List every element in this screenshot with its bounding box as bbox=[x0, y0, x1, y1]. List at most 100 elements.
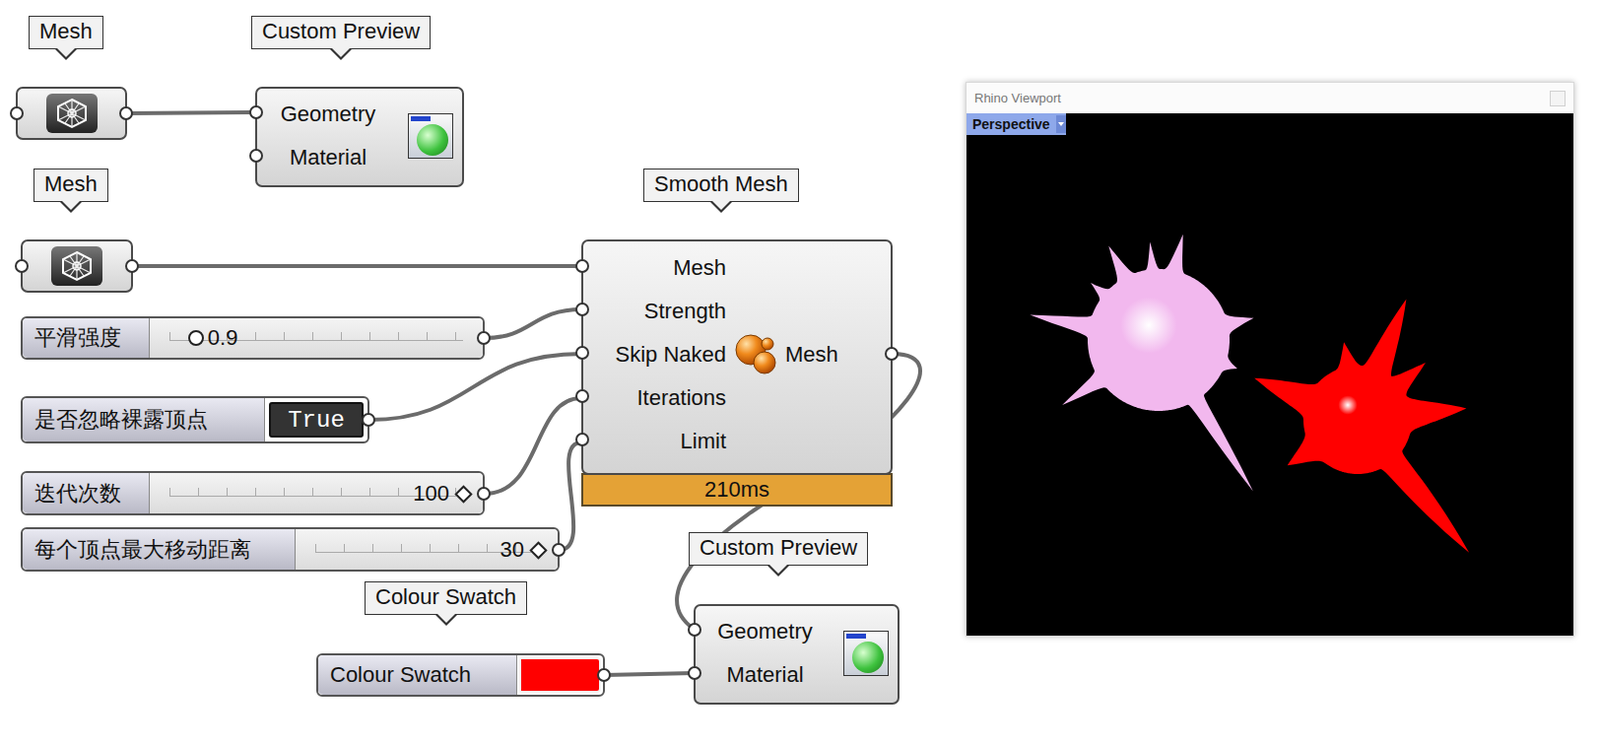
mesh-param[interactable] bbox=[15, 86, 128, 140]
component-body[interactable]: MeshStrengthSkip NakedIterationsLimitMes… bbox=[581, 239, 893, 475]
input-port[interactable] bbox=[575, 389, 590, 403]
toggle[interactable]: 是否忽略裸露顶点True bbox=[20, 396, 370, 444]
input-label: Geometry bbox=[280, 92, 377, 136]
node-tag: Smooth Mesh bbox=[643, 168, 800, 202]
colour-fill[interactable] bbox=[519, 657, 601, 693]
input-port[interactable] bbox=[249, 148, 264, 163]
output-port[interactable] bbox=[551, 542, 566, 557]
input-label: Limit bbox=[680, 419, 727, 464]
node-tag: Mesh bbox=[28, 15, 104, 50]
input-port[interactable] bbox=[575, 302, 590, 317]
wire bbox=[604, 672, 694, 675]
swatch-label: Colour Swatch bbox=[318, 655, 518, 695]
node-tag: Custom Preview bbox=[251, 15, 431, 50]
slider-node[interactable]: 迭代次数 100 bbox=[20, 470, 485, 516]
output-port[interactable] bbox=[597, 667, 611, 682]
wire bbox=[559, 442, 582, 550]
mesh-object bbox=[1029, 234, 1254, 492]
node-tag: Mesh bbox=[33, 168, 109, 202]
view-tab[interactable]: Perspective bbox=[966, 113, 1067, 135]
output-port[interactable] bbox=[476, 331, 491, 345]
close-icon[interactable] bbox=[1549, 90, 1566, 107]
input-label: Skip Naked bbox=[614, 333, 727, 377]
input-port[interactable] bbox=[575, 432, 590, 447]
mesh-object bbox=[1254, 299, 1469, 553]
input-port[interactable] bbox=[9, 106, 24, 121]
timing-bar: 210ms bbox=[581, 472, 893, 507]
input-label: Strength bbox=[644, 289, 727, 334]
toggle-node[interactable]: 是否忽略裸露顶点True bbox=[20, 396, 370, 444]
input-port[interactable] bbox=[575, 345, 590, 360]
slider-node[interactable]: 平滑强度 0.9 bbox=[20, 316, 485, 360]
wire bbox=[369, 353, 582, 420]
wire bbox=[484, 309, 582, 338]
output-port[interactable] bbox=[125, 259, 139, 273]
output-port[interactable] bbox=[361, 412, 376, 427]
dropdown-icon[interactable] bbox=[1056, 115, 1067, 134]
wire bbox=[133, 264, 582, 268]
viewport-title-bar: Rhino Viewport bbox=[966, 82, 1574, 114]
preview-body[interactable]: GeometryMaterial bbox=[255, 86, 465, 188]
preview-bar-icon bbox=[410, 116, 431, 122]
component-node[interactable]: MeshStrengthSkip NakedIterationsLimitMes… bbox=[581, 239, 893, 507]
input-list: GeometryMaterial bbox=[257, 92, 400, 180]
output-port[interactable] bbox=[476, 486, 491, 501]
mesh-icon bbox=[46, 93, 98, 134]
slider[interactable]: 每个顶点最大移动距离 30 bbox=[20, 527, 560, 572]
sphere-icon bbox=[852, 641, 884, 673]
input-port[interactable] bbox=[687, 666, 702, 680]
input-port[interactable] bbox=[687, 622, 702, 637]
swatch-node[interactable]: Colour Swatch bbox=[316, 653, 605, 697]
preview-icon-wrap bbox=[834, 609, 898, 697]
smooth-icon bbox=[726, 246, 786, 464]
viewport-area[interactable]: Perspective bbox=[966, 113, 1574, 636]
output-label: Mesh bbox=[785, 333, 891, 377]
preview-icon bbox=[843, 630, 889, 676]
toggle-value[interactable]: True bbox=[268, 401, 364, 438]
view-name: Perspective bbox=[972, 116, 1051, 133]
preview-icon bbox=[407, 113, 454, 159]
slider-label: 每个顶点最大移动距离 bbox=[22, 529, 296, 570]
output-port[interactable] bbox=[119, 106, 134, 121]
input-port[interactable] bbox=[575, 259, 590, 273]
mesh-node[interactable] bbox=[15, 86, 128, 140]
slider-node[interactable]: 每个顶点最大移动距离 30 bbox=[20, 527, 560, 572]
node-tag: Custom Preview bbox=[688, 532, 868, 566]
slider-track[interactable]: 0.9 bbox=[149, 318, 483, 358]
slider[interactable]: 迭代次数 100 bbox=[20, 470, 485, 516]
slider-label: 迭代次数 bbox=[22, 472, 150, 514]
handle-shape[interactable] bbox=[188, 330, 204, 346]
output-list: Mesh bbox=[785, 246, 891, 464]
mesh-node[interactable] bbox=[20, 239, 134, 293]
sphere-icon bbox=[416, 124, 449, 156]
toggle-label: 是否忽略裸露顶点 bbox=[22, 398, 266, 442]
node-tag: Colour Swatch bbox=[364, 581, 528, 615]
viewport-title: Rhino Viewport bbox=[974, 90, 1062, 106]
slider-track[interactable]: 100 bbox=[149, 472, 483, 514]
slider-value: 30 bbox=[500, 536, 525, 563]
output-port[interactable] bbox=[884, 346, 899, 361]
preview-bar-icon bbox=[846, 633, 867, 639]
slider-value: 0.9 bbox=[207, 325, 239, 351]
input-list: MeshStrengthSkip NakedIterationsLimit bbox=[583, 246, 727, 464]
arrow-icon bbox=[1058, 122, 1065, 127]
input-label: Geometry bbox=[717, 609, 813, 654]
slider-value: 100 bbox=[412, 480, 450, 507]
slider-label: 平滑强度 bbox=[22, 318, 150, 358]
input-label: Material bbox=[289, 135, 367, 180]
preview-node[interactable]: GeometryMaterial bbox=[693, 603, 900, 705]
preview-node[interactable]: GeometryMaterial bbox=[255, 86, 465, 188]
preview-icon-wrap bbox=[399, 92, 463, 180]
wire bbox=[484, 398, 582, 494]
mesh-param[interactable] bbox=[20, 239, 134, 293]
input-label: Mesh bbox=[672, 246, 727, 290]
input-port[interactable] bbox=[14, 259, 29, 273]
preview-body[interactable]: GeometryMaterial bbox=[693, 603, 900, 705]
slider[interactable]: 平滑强度 0.9 bbox=[20, 316, 485, 360]
viewport-scene bbox=[966, 113, 1572, 634]
input-port[interactable] bbox=[249, 105, 264, 120]
input-list: GeometryMaterial bbox=[695, 609, 835, 697]
rhino-viewport[interactable]: Rhino Viewport Perspective bbox=[965, 81, 1575, 637]
swatch[interactable]: Colour Swatch bbox=[316, 653, 605, 697]
slider-track[interactable]: 30 bbox=[295, 529, 558, 570]
